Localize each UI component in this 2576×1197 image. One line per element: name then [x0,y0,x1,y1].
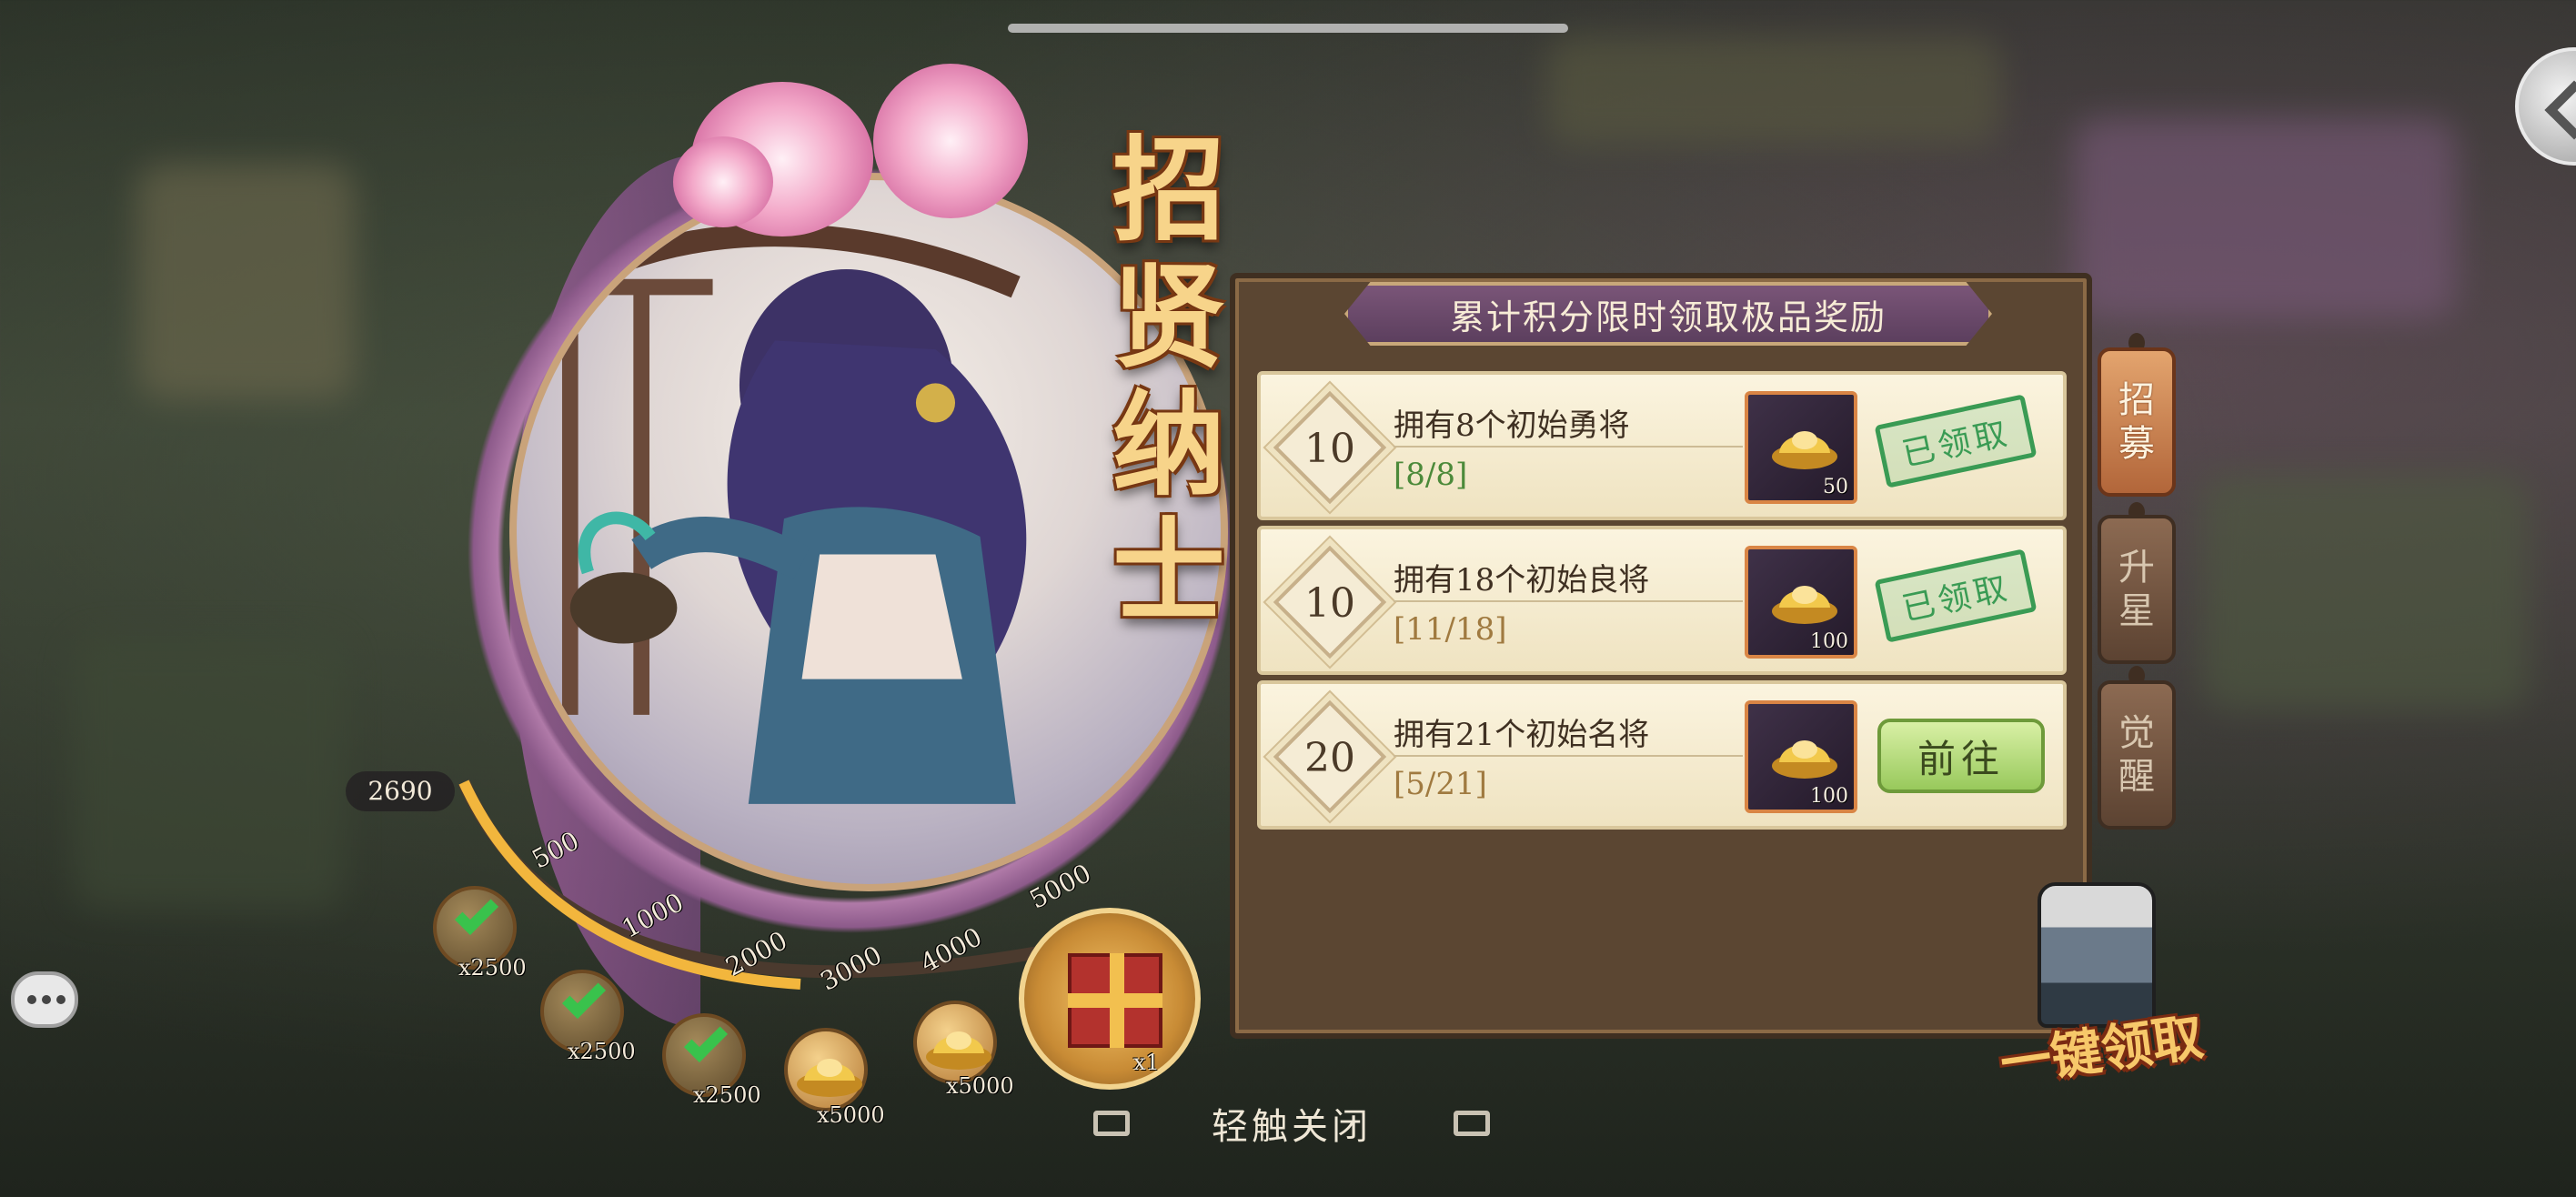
gold-ingot-icon [1772,740,1837,779]
claimed-stamp: 已领取 [1874,394,2038,488]
task-row: 10 拥有18个初始良将 [11/18] 100 已领取 [1257,526,2067,675]
reward-item[interactable]: 100 [1745,546,1857,659]
points-badge: 10 [1273,545,1387,659]
task-row: 10 拥有8个初始勇将 [8/8] 50 已领取 [1257,371,2067,520]
points-value: 20 [1304,735,1355,781]
milestone-reward[interactable] [784,1028,868,1112]
task-progress: [11/18] [1394,611,1507,648]
bracket-decoration [1093,1111,1130,1136]
final-reward[interactable] [1019,908,1201,1090]
panel-header: 累计积分限时领取极品奖励 [1344,282,1992,346]
title-char: 贤 [1112,252,1225,384]
tab-label: 醒 [2118,756,2155,798]
blossom-decoration [873,64,1028,218]
task-row: 20 拥有21个初始名将 [5/21] 100 前往 [1257,680,2067,830]
task-title: 拥有18个初始良将 [1394,562,1650,598]
title-char: 纳 [1112,379,1225,511]
panel-header-text: 累计积分限时领取极品奖励 [1449,297,1887,337]
background-blur [73,637,346,910]
reward-item[interactable]: 50 [1745,391,1857,504]
gold-ingot-icon [1772,431,1837,469]
tap-close-label: 轻触关闭 [1212,1106,1372,1148]
gold-ingot-icon [797,1059,862,1097]
home-indicator[interactable] [1008,24,1568,33]
reward-count: 100 [1810,785,1848,808]
reward-item[interactable]: 100 [1745,700,1857,813]
title-char: 士 [1112,507,1225,639]
check-icon [683,1018,729,1063]
background-blur [1546,36,2001,146]
task-progress: [5/21] [1394,766,1487,802]
reward-count: x2500 [693,1082,761,1108]
task-title: 拥有8个初始勇将 [1394,407,1630,444]
points-value: 10 [1304,426,1355,472]
check-icon [561,974,607,1020]
tab-label: 觉 [2118,712,2155,754]
task-progress: [8/8] [1394,457,1468,493]
event-title: 招 贤 纳 士 [1105,127,1233,637]
reward-count: x2500 [568,1039,636,1064]
score-value: 2690 [346,771,455,811]
tab-label: 募 [2118,423,2155,465]
reward-count: x5000 [817,1102,885,1128]
reward-count: x5000 [946,1073,1014,1099]
check-icon [454,890,499,936]
claimed-stamp: 已领取 [1874,548,2038,643]
claim-all-button[interactable]: 一键领取 [1983,873,2219,1101]
background-blur [2201,473,2529,709]
tab-label: 星 [2118,590,2155,632]
tab-label: 招 [2118,379,2155,421]
points-badge: 20 [1273,699,1387,814]
reward-count: x2500 [458,955,527,981]
milestone-reward[interactable] [913,1001,997,1084]
blossom-decoration [673,136,773,227]
chat-bubble-icon[interactable] [11,971,78,1028]
tab-star-up[interactable]: 升 星 [2098,515,2176,664]
tab-awaken[interactable]: 觉 醒 [2098,680,2176,830]
reward-count: x1 [1133,1050,1160,1075]
bracket-decoration [1454,1111,1490,1136]
tab-recruit[interactable]: 招 募 [2098,347,2176,497]
task-title: 拥有21个初始名将 [1394,717,1650,753]
title-char: 招 [1112,125,1225,256]
gift-box-icon [1068,953,1162,1048]
background-blur [2074,118,2456,318]
gold-ingot-icon [1772,586,1837,624]
go-button[interactable]: 前往 [1877,719,2045,793]
claim-all-label: 一键领取 [1997,1006,2208,1095]
reward-count: 100 [1810,630,1848,653]
background-blur [136,164,355,400]
back-button[interactable] [2515,47,2576,166]
points-value: 10 [1304,580,1355,627]
points-badge: 10 [1273,390,1387,505]
gold-ingot-icon [926,1031,991,1070]
tap-to-close[interactable]: 轻触关闭 [1092,1096,1492,1151]
reward-count: 50 [1823,476,1848,498]
tab-label: 升 [2118,547,2155,588]
